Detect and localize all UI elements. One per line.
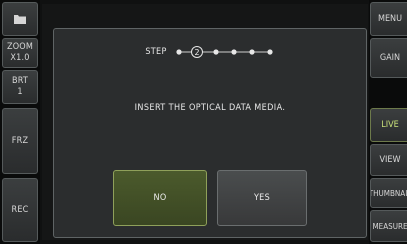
step-dot-5 (249, 49, 255, 55)
thumbnail-button[interactable]: THUMBNAIL (370, 178, 407, 208)
step-dot-3 (213, 49, 219, 55)
view-button[interactable]: VIEW (370, 144, 407, 176)
freeze-button[interactable]: FRZ (2, 108, 38, 174)
measure-label: MEASURE (372, 221, 407, 231)
yes-button-label: YES (253, 193, 271, 203)
step-indicator: STEP 2 (54, 46, 366, 58)
record-label: REC (11, 204, 29, 215)
no-button-label: NO (153, 193, 167, 203)
step-progress: 2 (175, 46, 275, 58)
left-sidebar: ZOOM X1.0 BRT 1 FRZ REC (0, 0, 40, 244)
yes-button[interactable]: YES (217, 170, 307, 226)
camera-screen: ZOOM X1.0 BRT 1 FRZ REC STEP 2 INSERT TH… (0, 0, 407, 244)
brightness-label: BRT (11, 76, 29, 86)
measure-button[interactable]: MEASURE (370, 210, 407, 242)
step-dot-1 (176, 49, 182, 55)
no-button[interactable]: NO (113, 170, 207, 226)
folder-icon (14, 15, 26, 24)
brightness-button[interactable]: BRT 1 (2, 70, 38, 104)
right-sidebar: MENU GAIN LIVE VIEW THUMBNAIL MEASURE (369, 0, 407, 244)
brightness-value: 1 (17, 87, 23, 97)
gain-label: GAIN (379, 53, 401, 63)
step-label: STEP (145, 47, 167, 57)
thumbnail-label: THUMBNAIL (370, 188, 407, 198)
record-button[interactable]: REC (2, 178, 38, 242)
dialog-message: INSERT THE OPTICAL DATA MEDIA. (134, 103, 286, 113)
menu-button[interactable]: MENU (370, 2, 407, 36)
live-label: LIVE (381, 120, 399, 130)
gain-button[interactable]: GAIN (370, 38, 407, 78)
menu-label: MENU (377, 14, 403, 24)
freeze-label: FRZ (11, 135, 29, 146)
step-dot-6 (267, 49, 273, 55)
zoom-button[interactable]: ZOOM X1.0 (2, 38, 38, 68)
folder-button[interactable] (2, 2, 38, 36)
live-button[interactable]: LIVE (370, 108, 407, 142)
zoom-value: X1.0 (10, 53, 30, 63)
current-step-number: 2 (194, 48, 199, 57)
zoom-label: ZOOM (6, 42, 34, 52)
view-label: VIEW (379, 155, 401, 165)
media-dialog: STEP 2 INSERT THE OPTICAL DATA MEDIA. NO… (53, 28, 367, 238)
step-dot-4 (231, 49, 237, 55)
